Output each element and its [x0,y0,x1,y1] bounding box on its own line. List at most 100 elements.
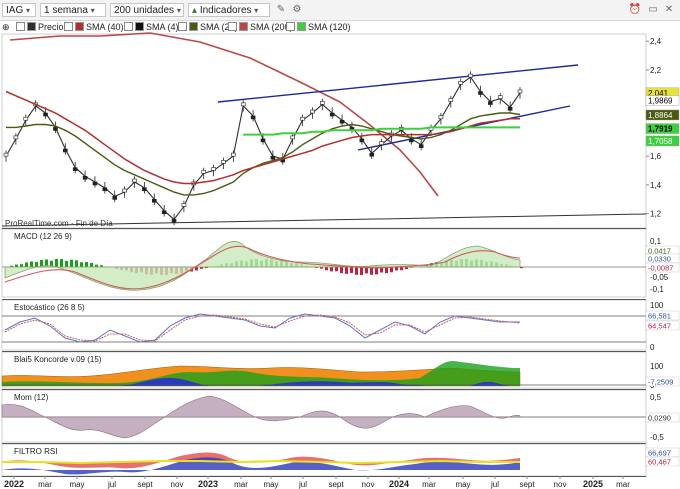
macd-axis: 0,1 -0,05 -0,1 [650,237,669,294]
alert-icon[interactable]: ⏰ [628,3,642,17]
macd-hist-bar [505,264,508,267]
price-candle [399,126,404,131]
legend-item-precio[interactable]: Precio [16,21,64,33]
units-label: 200 unidades [114,5,175,16]
macd-hist-bar [285,261,288,267]
period-selector[interactable]: 1 semana ▾ [40,3,106,17]
price-candle [369,152,375,157]
indicator-badge-label: 66,697 [648,449,671,458]
series-precio [5,76,521,221]
time-tick-label: mar [234,480,248,489]
macd-hist-bar [10,265,13,267]
chart-icon: ▴ [192,5,198,16]
macd-line [4,241,521,291]
indicator-badge-label: 0,0330 [648,255,671,264]
symbol-selector[interactable]: IAG ▾ [2,3,36,17]
price-tick-label: 1,8 [650,123,662,132]
settings-icon[interactable]: ⚙ [290,3,304,17]
macd-hist-bar [485,261,488,267]
price-candle [240,102,246,107]
price-tick-label: 1,2 [650,210,662,219]
macd-hist-bar [130,267,133,273]
legend-label: SMA (40) [86,22,124,32]
macd-hist-bar [400,267,403,271]
price-candle [161,210,167,215]
macd-hist-bar [125,267,128,271]
price-candle [72,167,78,171]
macd-histogram [10,259,523,275]
time-tick-label: sept [328,480,344,489]
macd-hist-bar [255,259,258,267]
indicators-button[interactable]: ▴ Indicadores ▾ [188,3,270,17]
macd-hist-bar [470,260,473,267]
time-tick-label: may [69,480,84,489]
macd-hist-bar [115,267,118,269]
price-candle [389,132,394,137]
units-selector[interactable]: 200 unidades ▾ [110,3,184,17]
macd-hist-bar [420,265,423,267]
indicator-badge-label: 64,547 [648,322,671,331]
macd-hist-bar [145,267,148,275]
legend-toggle[interactable]: ⊕ [2,21,10,33]
price-candle [320,101,325,105]
time-tick-label: mar [38,480,52,489]
price-candle [231,152,236,157]
koncorde-title: Blai5 Koncorde v.09 (15) [14,355,102,364]
indicator-badge [645,412,680,423]
checkbox-icon [16,22,25,31]
price-candle [211,167,216,171]
price-candle [102,187,108,192]
macd-hist-bar [20,264,23,267]
macd-hist-bar [520,267,523,269]
price-candle [151,198,157,203]
macd-hist-bar [225,263,228,267]
time-tick-label: may [455,480,470,489]
legend-item-sma200[interactable]: SMA (200) [228,21,293,33]
stoch-k-line [4,313,520,343]
indicator-badges: 0,04170,0330-0,0087 66,58164,547 -7,2509 0,… [645,245,680,467]
indicator-badge-label: 0,0417 [648,247,671,256]
close-icon[interactable]: ✕ [662,3,676,17]
macd-hist-bar [375,267,378,275]
legend-item-sma4[interactable]: SMA (4) [124,21,179,33]
indicator-tick-label: 100 [650,301,664,310]
rsi-axis: 50 [650,458,659,467]
macd-hist-bar [110,267,113,268]
macd-hist-bar [390,267,393,273]
macd-hist-bar [205,267,208,269]
macd-hist-bar [190,267,193,272]
price-badge [645,109,680,121]
legend-label: SMA (120) [308,22,351,32]
macd-hist-bar [345,267,348,274]
macd-hist-bar [135,267,138,274]
macd-hist-bar [360,267,363,275]
legend-item-sma40[interactable]: SMA (40) [64,21,124,33]
macd-hist-bar [195,267,198,271]
indicator-badge [645,253,680,264]
macd-hist-bar [100,265,103,267]
chevron-down-icon: ▾ [90,6,95,15]
window-icon[interactable]: ▭ [646,3,660,17]
price-candle [438,115,444,120]
plus-icon: ⊕ [2,22,10,32]
draw-tool-icon[interactable]: ✎ [274,3,288,17]
macd-hist-bar [245,261,248,267]
price-candle [132,178,137,183]
sma200-line [9,32,439,197]
price-candle [300,116,305,121]
price-badge-label: 1,8864 [648,111,673,120]
macd-hist-bar [90,262,93,267]
channel-upper-line [217,64,579,103]
macd-hist-bar [160,267,163,275]
price-badge-label: 1,9869 [648,97,673,106]
price-badge-label: 1,7058 [648,137,673,146]
legend-item-sma120[interactable]: SMA (120) [286,21,351,33]
macd-hist-bar [70,259,73,267]
macd-hist-bar [440,262,443,267]
macd-hist-bar [355,267,358,275]
price-candle [171,219,177,223]
price-candle [53,127,58,131]
price-candle [359,138,365,143]
price-badge [645,87,680,98]
price-candle [13,135,19,140]
